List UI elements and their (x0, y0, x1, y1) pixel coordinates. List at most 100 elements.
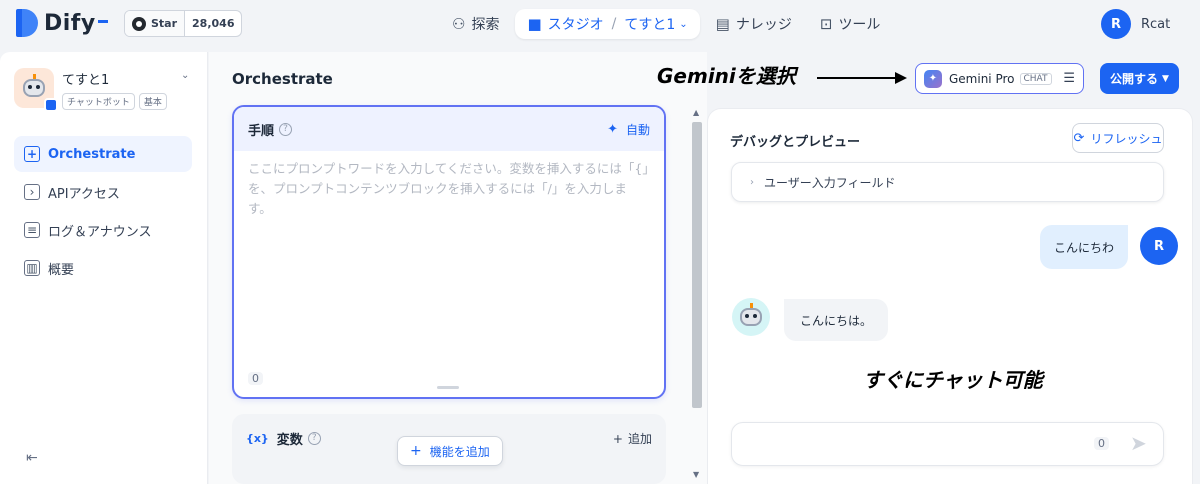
sidebar-item-label: Orchestrate (48, 146, 136, 162)
user-menu[interactable]: R Rcat (1101, 9, 1170, 39)
explore-icon: ⚇ (452, 15, 466, 33)
robot-icon (23, 74, 45, 97)
prompt-editor[interactable]: 手順 ? ✦ 自動 ここにプロンプトワードを入力してください。変数を挿入するには… (232, 105, 666, 399)
user-avatar: R (1101, 9, 1131, 39)
chevron-right-icon: › (750, 176, 754, 188)
chevron-down-icon: ⌄ (679, 18, 688, 30)
orchestrate-icon: + (24, 146, 40, 162)
nav-explore[interactable]: ⚇ 探索 (440, 9, 511, 39)
nav-separator: / (611, 16, 617, 32)
collapse-sidebar-icon[interactable]: ⇤ (26, 450, 38, 466)
github-star-label: Star (151, 17, 178, 30)
debug-preview-panel: デバッグとプレビュー ⟳ リフレッシュ › ユーザー入力フィールド こんにちわ … (707, 108, 1193, 484)
refresh-label: リフレッシュ (1090, 131, 1163, 146)
sidebar-nav: + Orchestrate › APIアクセス ≡ ログ＆アナウンス ▥ 概要 (14, 136, 192, 288)
annotation-select-gemini: Geminiを選択 (657, 64, 796, 88)
gemini-icon: ✦ (924, 69, 942, 88)
add-feature-button[interactable]: + 機能を追加 (397, 436, 503, 466)
auto-generate-button[interactable]: ✦ 自動 (607, 121, 650, 138)
app-name: てすと1 (62, 73, 110, 88)
bot-message: こんにちは。 (784, 299, 889, 341)
user-input-fields-label: ユーザー入力フィールド (764, 175, 896, 190)
user-message-avatar: R (1140, 227, 1178, 265)
app-header[interactable]: てすと1 チャットボット 基本 (14, 68, 167, 112)
scrollbar[interactable]: ▲ ▼ (691, 108, 703, 484)
sidebar-item-orchestrate[interactable]: + Orchestrate (14, 136, 192, 172)
model-name: Gemini Pro (949, 71, 1015, 86)
sidebar-item-api[interactable]: › APIアクセス (14, 174, 192, 210)
chevron-down-icon: ▼ (1162, 73, 1169, 84)
tools-icon: ⊡ (819, 15, 833, 33)
model-mode-badge: CHAT (1019, 72, 1052, 85)
github-star-count: 28,046 (192, 17, 235, 30)
prompt-textarea[interactable]: ここにプロンプトワードを入力してください。変数を挿入するには「{」を、プロンプト… (234, 151, 664, 227)
add-feature-label: 機能を追加 (429, 444, 490, 459)
terminal-icon: › (24, 184, 40, 200)
app-menu-chevron-icon[interactable]: ⌄ (181, 70, 189, 81)
scroll-thumb[interactable] (692, 122, 702, 408)
user-name: Rcat (1141, 16, 1171, 32)
studio-robot-icon: ■ (527, 15, 542, 33)
dify-logo-mark (16, 9, 38, 37)
sidebar-item-label: 概要 (48, 262, 75, 278)
user-message: こんにちわ (1040, 225, 1129, 269)
logo-text: Dify (44, 10, 96, 36)
nav-knowledge[interactable]: ▤ ナレッジ (704, 9, 804, 39)
sidebar-item-label: ログ＆アナウンス (48, 224, 152, 240)
refresh-icon: ⟳ (1073, 130, 1085, 146)
nav-explore-label: 探索 (471, 17, 500, 33)
chat-char-count: 0 (1094, 437, 1109, 450)
add-variable-button[interactable]: + 追加 (613, 430, 652, 447)
app-icon (14, 68, 58, 112)
publish-label: 公開する (1110, 72, 1159, 86)
prompt-header: 手順 ? ✦ 自動 (234, 107, 664, 151)
scroll-up-icon[interactable]: ▲ (693, 108, 699, 117)
publish-button[interactable]: 公開する ▼ (1100, 63, 1179, 94)
nav-studio[interactable]: ■ スタジオ / てすと1 ⌄ (515, 9, 700, 39)
top-bar: Dify Star 28,046 ⚇ 探索 ■ スタジオ / てすと1 ⌄ ▤ … (0, 0, 1200, 48)
variables-label: 変数 (276, 432, 303, 448)
annotation-arrow (817, 72, 907, 84)
sparkle-icon: ✦ (607, 121, 618, 137)
sidebar-item-label: APIアクセス (48, 186, 120, 202)
robot-icon (740, 303, 762, 326)
user-input-fields-toggle[interactable]: › ユーザー入力フィールド (731, 162, 1164, 202)
nav-knowledge-label: ナレッジ (735, 17, 792, 33)
variable-icon: {x} (246, 431, 269, 445)
send-icon[interactable]: ➤ (1130, 431, 1147, 455)
sidebar-item-logs[interactable]: ≡ ログ＆アナウンス (14, 212, 192, 248)
main-nav: ⚇ 探索 ■ スタジオ / てすと1 ⌄ ▤ ナレッジ ⊡ ツール (440, 9, 892, 39)
add-variable-label: 追加 (627, 431, 652, 446)
chat-input[interactable]: 0 ➤ (731, 422, 1164, 466)
help-icon[interactable]: ? (279, 122, 293, 136)
debug-title: デバッグとプレビュー (730, 135, 861, 150)
resize-handle[interactable] (437, 386, 459, 389)
auto-label: 自動 (625, 122, 650, 137)
bot-avatar (732, 298, 770, 336)
nav-app-name: てすと1 (624, 17, 676, 33)
nav-tools-label: ツール (838, 17, 881, 33)
app-sidebar: てすと1 チャットボット 基本 ⌄ + Orchestrate › APIアクセ… (0, 52, 208, 484)
sidebar-item-overview[interactable]: ▥ 概要 (14, 250, 192, 286)
app-mode-tag: 基本 (138, 93, 167, 110)
nav-tools[interactable]: ⊡ ツール (808, 9, 893, 39)
model-selector[interactable]: ✦ Gemini Pro CHAT ☰ (915, 63, 1084, 94)
help-icon[interactable]: ? (307, 431, 321, 445)
prompt-label: 手順 (248, 123, 275, 139)
github-icon (132, 16, 146, 31)
settings-sliders-icon: ☰ (1063, 71, 1075, 86)
scroll-down-icon[interactable]: ▼ (693, 470, 699, 479)
log-icon: ≡ (24, 222, 40, 238)
refresh-button[interactable]: ⟳ リフレッシュ (1072, 123, 1164, 153)
page-title: Orchestrate (232, 70, 333, 88)
dify-logo[interactable]: Dify (16, 9, 108, 37)
nav-studio-label: スタジオ (547, 17, 604, 33)
github-star-button[interactable]: Star (125, 11, 186, 36)
chatbot-badge-icon (44, 98, 58, 112)
plus-icon: + (612, 431, 623, 446)
github-star-widget[interactable]: Star 28,046 (124, 10, 243, 37)
annotation-chat-ready: すぐにチャット可能 (863, 368, 1043, 392)
orchestrate-panel: Orchestrate 手順 ? ✦ 自動 ここにプロンプトワードを入力してくだ… (209, 52, 707, 484)
app-type-tag: チャットボット (62, 93, 135, 110)
book-icon: ▤ (715, 15, 730, 33)
